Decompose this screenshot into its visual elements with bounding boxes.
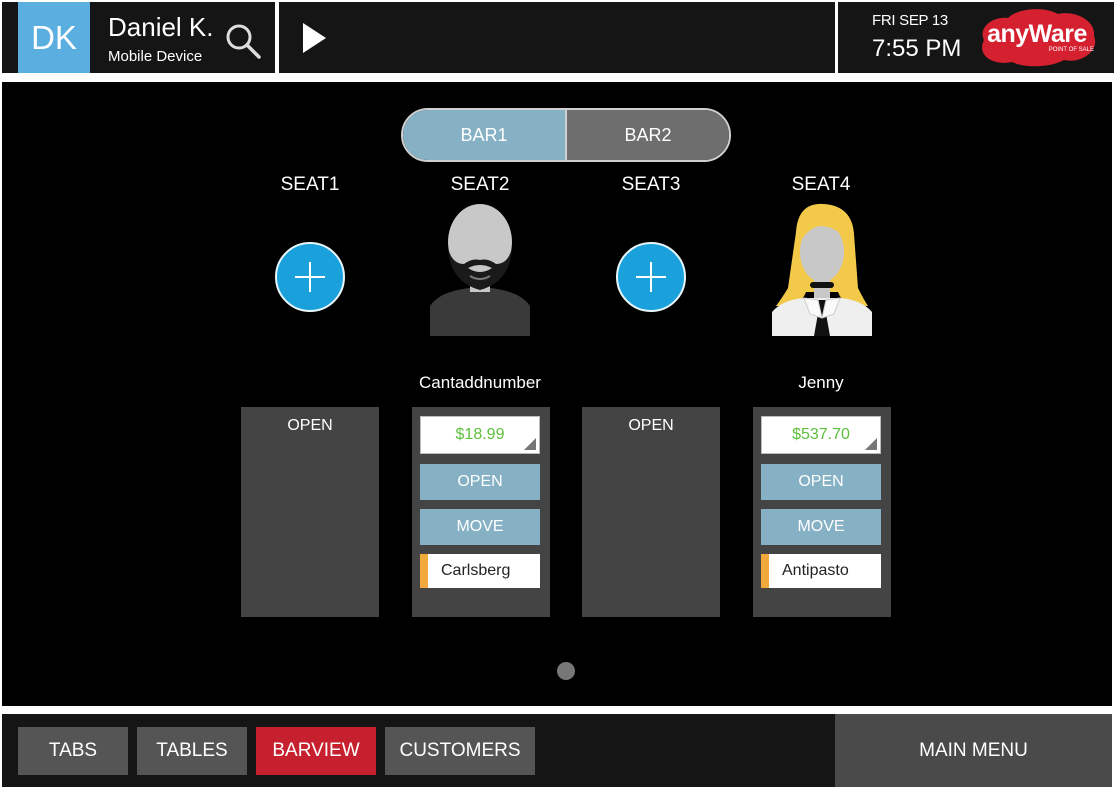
- seat3-label: SEAT3: [621, 174, 681, 195]
- seat2-panel: $18.99 OPEN MOVE Carlsberg: [412, 407, 550, 617]
- seat4-amount[interactable]: $537.70: [761, 416, 881, 454]
- main-menu-button[interactable]: MAIN MENU: [835, 714, 1112, 787]
- search-icon[interactable]: [224, 22, 262, 60]
- corner-triangle-icon: [524, 438, 536, 450]
- seat1-open-button[interactable]: OPEN: [241, 417, 379, 435]
- seat2-label: SEAT2: [450, 174, 510, 195]
- seat1-label: SEAT1: [280, 174, 340, 195]
- page-indicator-dot[interactable]: [557, 662, 575, 680]
- anyware-logo: anyWare POINT OF SALE: [974, 6, 1100, 68]
- seat2-order-item[interactable]: Carlsberg: [420, 554, 540, 588]
- logo-wordmark: anyWare: [987, 20, 1087, 48]
- seat3-open-button[interactable]: OPEN: [582, 417, 720, 435]
- seat4-label: SEAT4: [791, 174, 851, 195]
- seat4-move-button[interactable]: MOVE: [761, 509, 881, 545]
- seat4-order-item[interactable]: Antipasto: [761, 554, 881, 588]
- date-display: FRI SEP 13: [872, 12, 948, 29]
- seat1-panel[interactable]: OPEN: [241, 407, 379, 617]
- bar2-tab[interactable]: BAR2: [565, 110, 729, 160]
- tab-customers[interactable]: CUSTOMERS: [385, 727, 535, 775]
- seat3-add-customer-button[interactable]: [616, 242, 686, 312]
- woman-avatar-icon[interactable]: [770, 202, 874, 336]
- bar-view-area: BAR1 BAR2 SEAT1 SEAT2 SEAT3 SEAT4 Cantad…: [2, 82, 1112, 706]
- tab-tables[interactable]: TABLES: [137, 727, 247, 775]
- logo-subtext: POINT OF SALE: [1048, 47, 1094, 53]
- tab-barview[interactable]: BARVIEW: [256, 727, 376, 775]
- seat2-open-button[interactable]: OPEN: [420, 464, 540, 500]
- corner-triangle-icon: [865, 438, 877, 450]
- bar-selector: BAR1 BAR2: [401, 108, 731, 162]
- seat3-panel[interactable]: OPEN: [582, 407, 720, 617]
- seat2-amount[interactable]: $18.99: [420, 416, 540, 454]
- seat4-open-button[interactable]: OPEN: [761, 464, 881, 500]
- user-panel: DK Daniel K. Mobile Device: [2, 2, 275, 73]
- seat2-customer-name: Cantaddnumber: [419, 373, 541, 392]
- top-bar: DK Daniel K. Mobile Device FRI SEP 13 7:…: [0, 0, 1114, 74]
- time-display: 7:55 PM: [872, 35, 962, 62]
- header-middle: [279, 2, 835, 73]
- bearded-man-avatar-icon[interactable]: [428, 202, 532, 336]
- user-initials-avatar[interactable]: DK: [18, 2, 90, 73]
- device-name: Mobile Device: [108, 48, 203, 65]
- seat2-move-button[interactable]: MOVE: [420, 509, 540, 545]
- bottom-nav: TABS TABLES BARVIEW CUSTOMERS MAIN MENU: [2, 714, 1112, 787]
- seat4-panel: $537.70 OPEN MOVE Antipasto: [753, 407, 891, 617]
- seat2-amount-value: $18.99: [455, 426, 505, 443]
- user-name: Daniel K.: [108, 12, 214, 42]
- seat1-add-customer-button[interactable]: [275, 242, 345, 312]
- header-right: FRI SEP 13 7:55 PM anyWare POINT OF SALE: [838, 2, 1114, 73]
- play-icon[interactable]: [301, 22, 327, 54]
- tab-tabs[interactable]: TABS: [18, 727, 128, 775]
- seat4-customer-name: Jenny: [798, 373, 844, 392]
- seat4-amount-value: $537.70: [792, 426, 850, 443]
- bar1-tab[interactable]: BAR1: [403, 110, 565, 160]
